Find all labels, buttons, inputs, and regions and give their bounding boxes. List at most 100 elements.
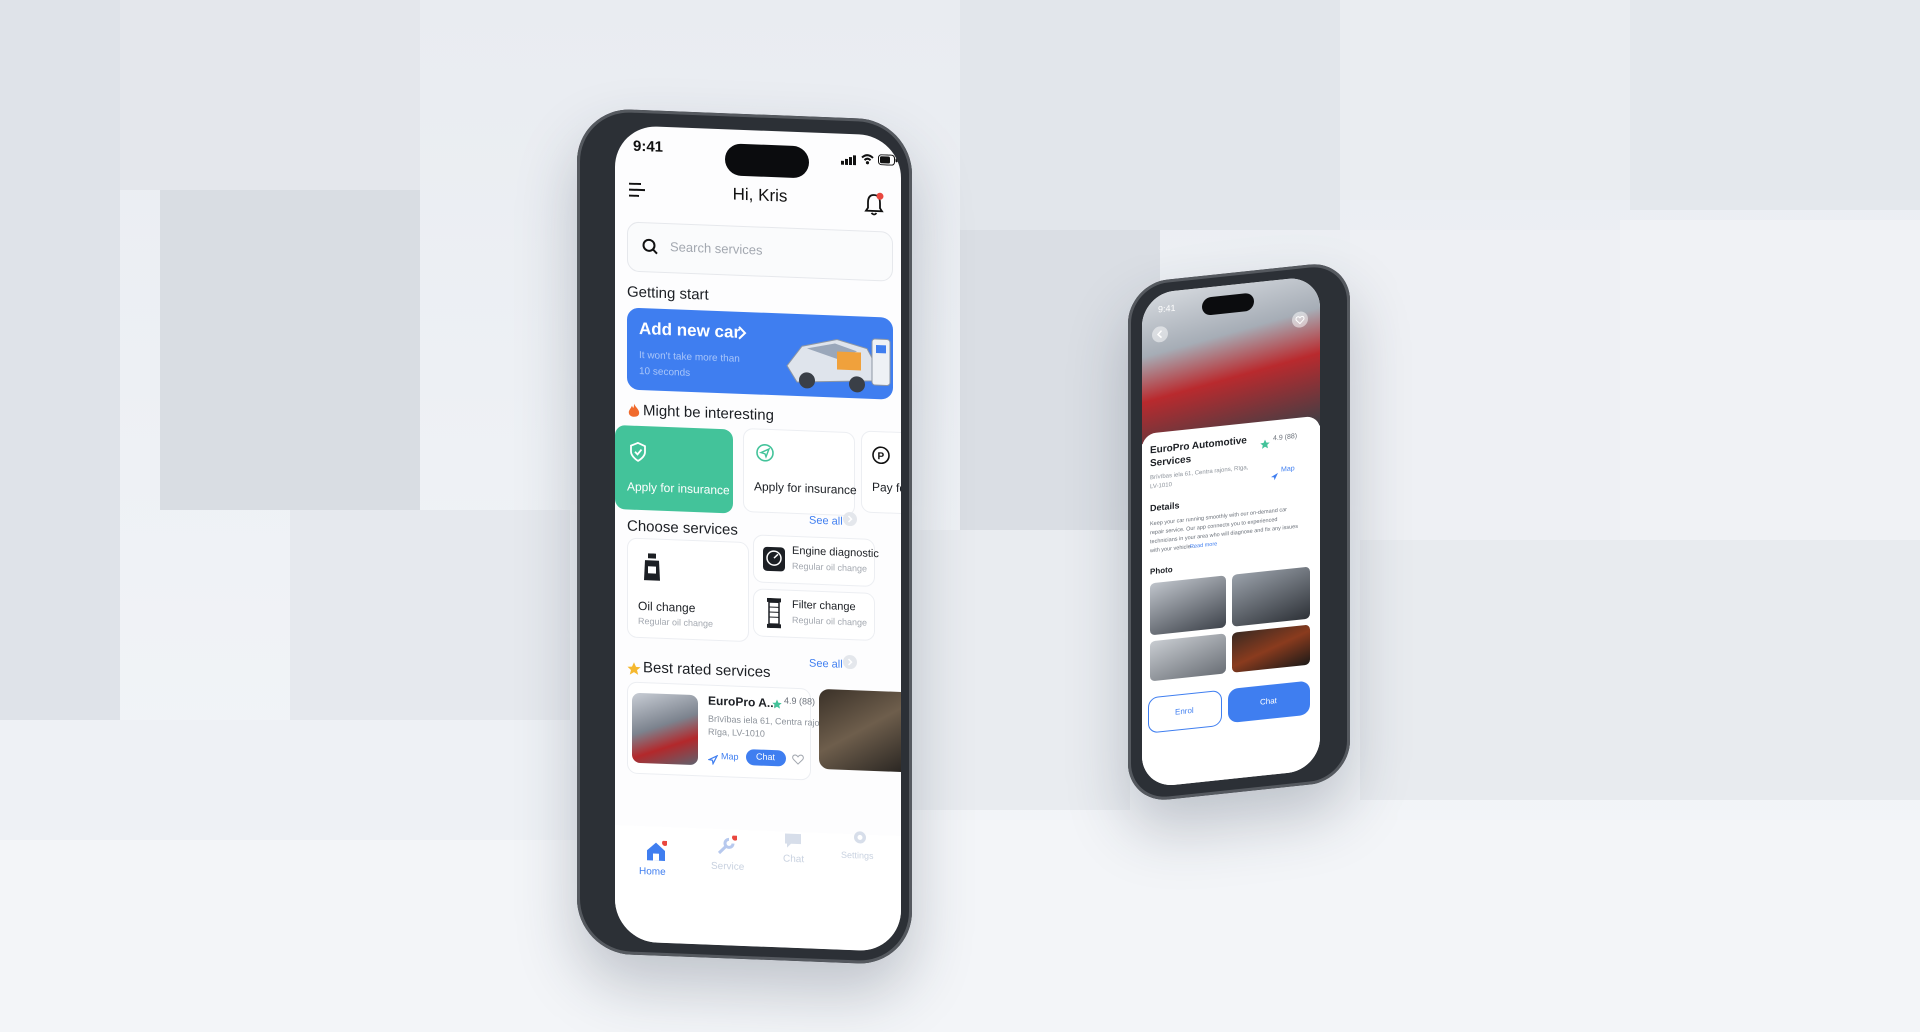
photo-thumb[interactable] bbox=[1150, 575, 1226, 636]
see-all-link[interactable]: See all bbox=[809, 514, 843, 527]
section-title-interesting: Might be interesting bbox=[643, 402, 774, 425]
chat-button[interactable]: Chat bbox=[1228, 680, 1310, 724]
tab-chat[interactable]: Chat bbox=[775, 831, 815, 883]
photo-title: Photo bbox=[1150, 564, 1173, 577]
service-name: Engine diagnostic bbox=[792, 544, 879, 561]
chat-button-label: Chat bbox=[756, 751, 776, 763]
tab-label: Home bbox=[639, 865, 666, 878]
shield-icon bbox=[629, 441, 647, 468]
interest-card-insurance-active[interactable]: Apply for insurance bbox=[615, 425, 733, 514]
star-icon bbox=[627, 661, 641, 681]
wrench-icon bbox=[715, 834, 738, 863]
enrol-button[interactable]: Enrol bbox=[1148, 689, 1222, 734]
photo-thumb[interactable] bbox=[1232, 566, 1310, 627]
rating-star-icon bbox=[772, 696, 782, 714]
bg-block bbox=[1340, 0, 1630, 200]
rating-value: 4.9 (88) bbox=[784, 695, 816, 707]
see-all-link[interactable]: See all bbox=[809, 657, 843, 670]
fire-icon bbox=[627, 402, 641, 424]
filter-icon bbox=[764, 597, 784, 634]
car-illustration-icon bbox=[777, 315, 893, 399]
map-arrow-icon[interactable] bbox=[707, 752, 719, 770]
status-time: 9:41 bbox=[633, 137, 664, 156]
chevron-right-icon bbox=[737, 326, 747, 345]
rating-star-icon bbox=[1260, 436, 1270, 455]
navigation-icon bbox=[756, 443, 774, 467]
parking-icon: P bbox=[872, 446, 890, 470]
section-title-getting-start: Getting start bbox=[627, 283, 709, 304]
service-card-oil-change[interactable]: Oil change Regular oil change bbox=[627, 537, 749, 643]
tab-home[interactable]: Home bbox=[633, 839, 677, 892]
wifi-icon bbox=[861, 151, 874, 169]
service-title: Services bbox=[1150, 454, 1192, 470]
service-card-filter-change[interactable]: Filter change Regular oil change bbox=[753, 588, 875, 642]
service-desc: Regular oil change bbox=[638, 615, 714, 629]
photo-thumb[interactable] bbox=[1232, 624, 1310, 673]
add-car-subtitle: 10 seconds bbox=[639, 365, 691, 379]
details-sheet: EuroPro Automotive Services 4.9 (88) Brī… bbox=[1142, 415, 1320, 789]
rating-value: 4.9 (88) bbox=[1273, 432, 1298, 443]
photo-thumb[interactable] bbox=[1150, 633, 1226, 682]
notification-bell-icon[interactable] bbox=[863, 192, 885, 222]
interest-card-label: Apply for insurance bbox=[627, 479, 730, 498]
service-desc: Regular oil change bbox=[792, 560, 868, 574]
interest-card-pay[interactable]: P Pay fo bbox=[861, 430, 901, 515]
map-arrow-icon[interactable] bbox=[1270, 468, 1279, 487]
details-title: Details bbox=[1150, 500, 1180, 514]
section-title-best-rated: Best rated services bbox=[643, 659, 771, 682]
service-address: LV-1010 bbox=[1150, 482, 1172, 491]
back-arrow-icon[interactable] bbox=[1152, 325, 1168, 348]
chat-bubble-icon bbox=[783, 831, 803, 855]
greeting-title: Hi, Kris bbox=[732, 184, 788, 206]
arrow-right-icon[interactable] bbox=[843, 655, 857, 675]
read-more-link[interactable]: Read more bbox=[1190, 541, 1217, 550]
add-car-subtitle: It won't take more than bbox=[639, 349, 740, 365]
menu-icon[interactable] bbox=[629, 182, 647, 203]
chat-button[interactable]: Chat bbox=[746, 749, 786, 767]
bg-block bbox=[120, 0, 420, 190]
svg-text:P: P bbox=[878, 451, 885, 462]
search-input[interactable]: Search services bbox=[627, 221, 893, 282]
service-name: Filter change bbox=[792, 598, 856, 614]
tab-bar: Home Service Chat Settings bbox=[615, 825, 901, 953]
service-title: EuroPro A... bbox=[708, 693, 777, 711]
best-rated-card-next-photo[interactable] bbox=[819, 688, 901, 773]
main-phone: 9:41 Hi, Kris Search services Getting st… bbox=[577, 107, 912, 966]
battery-icon bbox=[878, 152, 898, 171]
bg-block bbox=[1620, 220, 1920, 550]
interest-card-insurance[interactable]: Apply for insurance bbox=[743, 427, 857, 517]
interest-card-label: Apply for insurance bbox=[754, 479, 857, 498]
dynamic-island bbox=[725, 143, 809, 179]
service-address: Brīvības iela 61, Centra rajons, bbox=[708, 713, 832, 729]
search-placeholder: Search services bbox=[670, 239, 763, 258]
bg-block bbox=[1350, 230, 1620, 540]
oil-bottle-icon bbox=[642, 553, 662, 587]
tab-settings[interactable]: Settings bbox=[837, 828, 887, 880]
chat-button-label: Chat bbox=[1260, 696, 1277, 707]
second-phone: 9:41 EuroPro Automotive Services 4.9 (88… bbox=[1128, 260, 1350, 804]
service-name: Oil change bbox=[638, 598, 696, 616]
best-rated-card[interactable]: EuroPro A... 4.9 (88) Brīvības iela 61, … bbox=[627, 681, 832, 781]
bg-block bbox=[1360, 540, 1920, 800]
bg-block bbox=[1630, 0, 1920, 210]
second-screen: 9:41 EuroPro Automotive Services 4.9 (88… bbox=[1142, 275, 1320, 789]
bg-block bbox=[900, 530, 1130, 810]
section-title-choose-services: Choose services bbox=[627, 517, 738, 539]
arrow-right-icon[interactable] bbox=[843, 512, 857, 532]
home-icon bbox=[645, 839, 668, 868]
main-screen: 9:41 Hi, Kris Search services Getting st… bbox=[615, 125, 901, 953]
tab-service[interactable]: Service bbox=[703, 834, 753, 886]
heart-icon[interactable] bbox=[792, 752, 804, 770]
map-link[interactable]: Map bbox=[721, 751, 739, 762]
service-card-engine-diagnostic[interactable]: Engine diagnostic Regular oil change bbox=[753, 534, 879, 588]
favorite-icon[interactable] bbox=[1292, 311, 1308, 334]
add-car-title: Add new car bbox=[639, 318, 741, 342]
map-link[interactable]: Map bbox=[1281, 465, 1295, 473]
add-new-car-banner[interactable]: Add new car It won't take more than 10 s… bbox=[627, 307, 893, 400]
search-icon bbox=[642, 238, 658, 260]
signal-icon bbox=[841, 152, 857, 166]
interest-card-label: Pay fo bbox=[872, 479, 901, 496]
details-text: with your vehicle... bbox=[1150, 543, 1196, 555]
tab-label: Chat bbox=[783, 853, 805, 866]
enrol-button-label: Enrol bbox=[1175, 705, 1194, 717]
